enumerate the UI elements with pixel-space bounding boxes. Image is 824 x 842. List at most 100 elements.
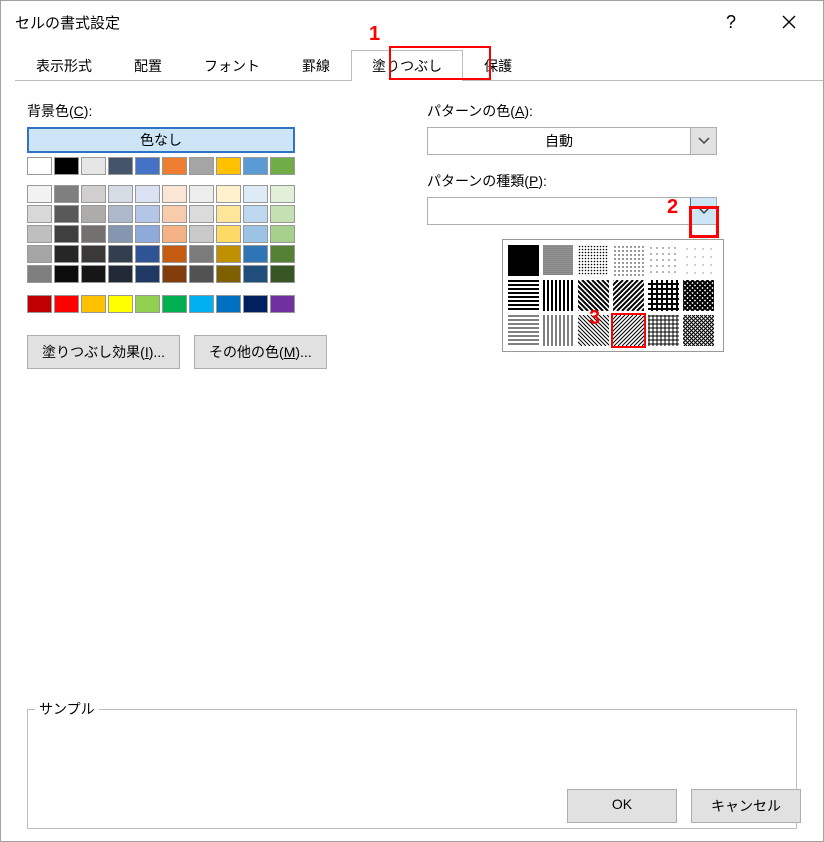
pattern-swatch[interactable]	[577, 279, 610, 312]
help-button[interactable]: ?	[711, 7, 751, 37]
color-swatch[interactable]	[81, 157, 106, 175]
fill-effects-button[interactable]: 塗りつぶし効果(I)...	[27, 335, 180, 369]
pattern-swatch[interactable]	[612, 244, 645, 277]
color-swatch[interactable]	[108, 225, 133, 243]
color-swatch[interactable]	[243, 265, 268, 283]
color-swatch[interactable]	[243, 185, 268, 203]
color-swatch[interactable]	[135, 265, 160, 283]
color-swatch[interactable]	[81, 295, 106, 313]
color-swatch[interactable]	[135, 225, 160, 243]
color-swatch[interactable]	[54, 205, 79, 223]
color-swatch[interactable]	[135, 245, 160, 263]
color-swatch[interactable]	[270, 157, 295, 175]
color-swatch[interactable]	[135, 295, 160, 313]
color-swatch[interactable]	[81, 265, 106, 283]
color-swatch[interactable]	[108, 205, 133, 223]
tab-border[interactable]: 罫線	[281, 50, 351, 80]
tab-font[interactable]: フォント	[183, 50, 281, 80]
color-swatch[interactable]	[243, 295, 268, 313]
color-swatch[interactable]	[162, 295, 187, 313]
color-swatch[interactable]	[189, 205, 214, 223]
pattern-swatch[interactable]	[507, 279, 540, 312]
color-swatch[interactable]	[216, 295, 241, 313]
pattern-swatch[interactable]	[577, 314, 610, 347]
color-swatch[interactable]	[108, 157, 133, 175]
color-swatch[interactable]	[189, 245, 214, 263]
color-swatch[interactable]	[81, 205, 106, 223]
color-swatch[interactable]	[108, 295, 133, 313]
pattern-swatch[interactable]	[612, 279, 645, 312]
color-swatch[interactable]	[189, 295, 214, 313]
color-swatch[interactable]	[270, 185, 295, 203]
pattern-swatch[interactable]	[682, 314, 715, 347]
color-swatch[interactable]	[162, 157, 187, 175]
color-swatch[interactable]	[27, 185, 52, 203]
color-swatch[interactable]	[270, 265, 295, 283]
color-swatch[interactable]	[81, 225, 106, 243]
color-swatch[interactable]	[189, 225, 214, 243]
color-swatch[interactable]	[81, 245, 106, 263]
pattern-swatch[interactable]	[507, 314, 540, 347]
color-swatch[interactable]	[216, 225, 241, 243]
color-swatch[interactable]	[243, 245, 268, 263]
color-swatch[interactable]	[135, 185, 160, 203]
color-swatch[interactable]	[81, 185, 106, 203]
pattern-swatch[interactable]	[577, 244, 610, 277]
color-swatch[interactable]	[162, 205, 187, 223]
pattern-color-dropdown-button[interactable]	[690, 128, 716, 154]
more-colors-button[interactable]: その他の色(M)...	[194, 335, 327, 369]
color-swatch[interactable]	[216, 245, 241, 263]
color-swatch[interactable]	[27, 265, 52, 283]
color-swatch[interactable]	[54, 295, 79, 313]
color-swatch[interactable]	[54, 265, 79, 283]
pattern-swatch[interactable]	[542, 279, 575, 312]
pattern-type-dropdown[interactable]	[427, 197, 717, 225]
color-swatch[interactable]	[216, 157, 241, 175]
close-button[interactable]	[769, 7, 809, 37]
color-swatch[interactable]	[54, 185, 79, 203]
color-swatch[interactable]	[54, 245, 79, 263]
color-swatch[interactable]	[243, 205, 268, 223]
color-swatch[interactable]	[243, 225, 268, 243]
pattern-swatch[interactable]	[507, 244, 540, 277]
color-swatch[interactable]	[243, 157, 268, 175]
pattern-swatch[interactable]	[647, 244, 680, 277]
color-swatch[interactable]	[270, 245, 295, 263]
tab-fill[interactable]: 塗りつぶし	[351, 50, 463, 81]
color-swatch[interactable]	[162, 245, 187, 263]
tab-protect[interactable]: 保護	[463, 50, 533, 80]
color-swatch[interactable]	[27, 225, 52, 243]
color-swatch[interactable]	[27, 157, 52, 175]
color-swatch[interactable]	[216, 265, 241, 283]
pattern-swatch[interactable]	[682, 279, 715, 312]
pattern-swatch[interactable]	[612, 314, 645, 347]
color-swatch[interactable]	[27, 205, 52, 223]
color-swatch[interactable]	[54, 157, 79, 175]
tab-align[interactable]: 配置	[113, 50, 183, 80]
color-swatch[interactable]	[189, 185, 214, 203]
color-swatch[interactable]	[189, 157, 214, 175]
pattern-color-dropdown[interactable]: 自動	[427, 127, 717, 155]
ok-button[interactable]: OK	[567, 789, 677, 823]
color-swatch[interactable]	[108, 185, 133, 203]
tab-display[interactable]: 表示形式	[15, 50, 113, 80]
color-swatch[interactable]	[270, 295, 295, 313]
color-swatch[interactable]	[270, 205, 295, 223]
pattern-type-dropdown-button[interactable]	[690, 198, 716, 224]
color-swatch[interactable]	[108, 265, 133, 283]
color-swatch[interactable]	[162, 225, 187, 243]
pattern-swatch[interactable]	[647, 279, 680, 312]
color-swatch[interactable]	[216, 185, 241, 203]
color-swatch[interactable]	[162, 265, 187, 283]
color-swatch[interactable]	[27, 245, 52, 263]
color-swatch[interactable]	[162, 185, 187, 203]
color-swatch[interactable]	[135, 205, 160, 223]
color-swatch[interactable]	[27, 295, 52, 313]
pattern-swatch[interactable]	[542, 244, 575, 277]
color-swatch[interactable]	[189, 265, 214, 283]
color-swatch[interactable]	[54, 225, 79, 243]
cancel-button[interactable]: キャンセル	[691, 789, 801, 823]
color-swatch[interactable]	[135, 157, 160, 175]
color-swatch[interactable]	[108, 245, 133, 263]
pattern-swatch[interactable]	[682, 244, 715, 277]
